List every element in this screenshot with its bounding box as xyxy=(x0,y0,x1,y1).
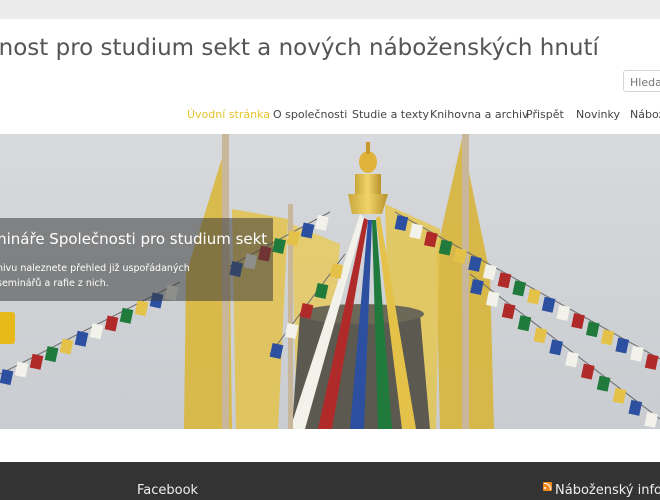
nav-item-library[interactable]: Knihovna a archiv xyxy=(430,108,529,121)
nav-item-religious[interactable]: Nábož xyxy=(630,108,660,121)
footer-rss-title[interactable]: Náboženský info xyxy=(555,483,660,498)
footer: Facebook Náboženský info xyxy=(0,462,660,500)
rss-icon[interactable] xyxy=(543,482,552,491)
page: čnost pro studium sekt a nových nábožens… xyxy=(0,19,660,500)
nav-item-about[interactable]: O společnosti xyxy=(273,108,347,121)
footer-facebook-title: Facebook xyxy=(137,483,199,498)
site-title[interactable]: čnost pro studium sekt a nových nábožens… xyxy=(0,35,599,61)
slide-caption: mináře Společnosti pro studium sekt nivu… xyxy=(0,218,273,301)
nav-item-contribute[interactable]: Přispět xyxy=(526,108,564,121)
browser-top-strip xyxy=(0,0,660,19)
slide-title[interactable]: mináře Společnosti pro studium sekt xyxy=(0,230,267,248)
slide-more-button[interactable] xyxy=(0,312,15,344)
main-nav: Úvodní stránka O společnosti Studie a te… xyxy=(0,108,660,128)
nav-item-news[interactable]: Novinky xyxy=(576,108,620,121)
hero-slider[interactable]: mináře Společnosti pro studium sekt nivu… xyxy=(0,134,660,429)
slide-text: nivu naleznete přehled již uspořádaných … xyxy=(0,263,190,289)
nav-item-home[interactable]: Úvodní stránka xyxy=(187,108,270,121)
search-input[interactable] xyxy=(623,70,660,92)
nav-item-studies[interactable]: Studie a texty xyxy=(352,108,429,121)
